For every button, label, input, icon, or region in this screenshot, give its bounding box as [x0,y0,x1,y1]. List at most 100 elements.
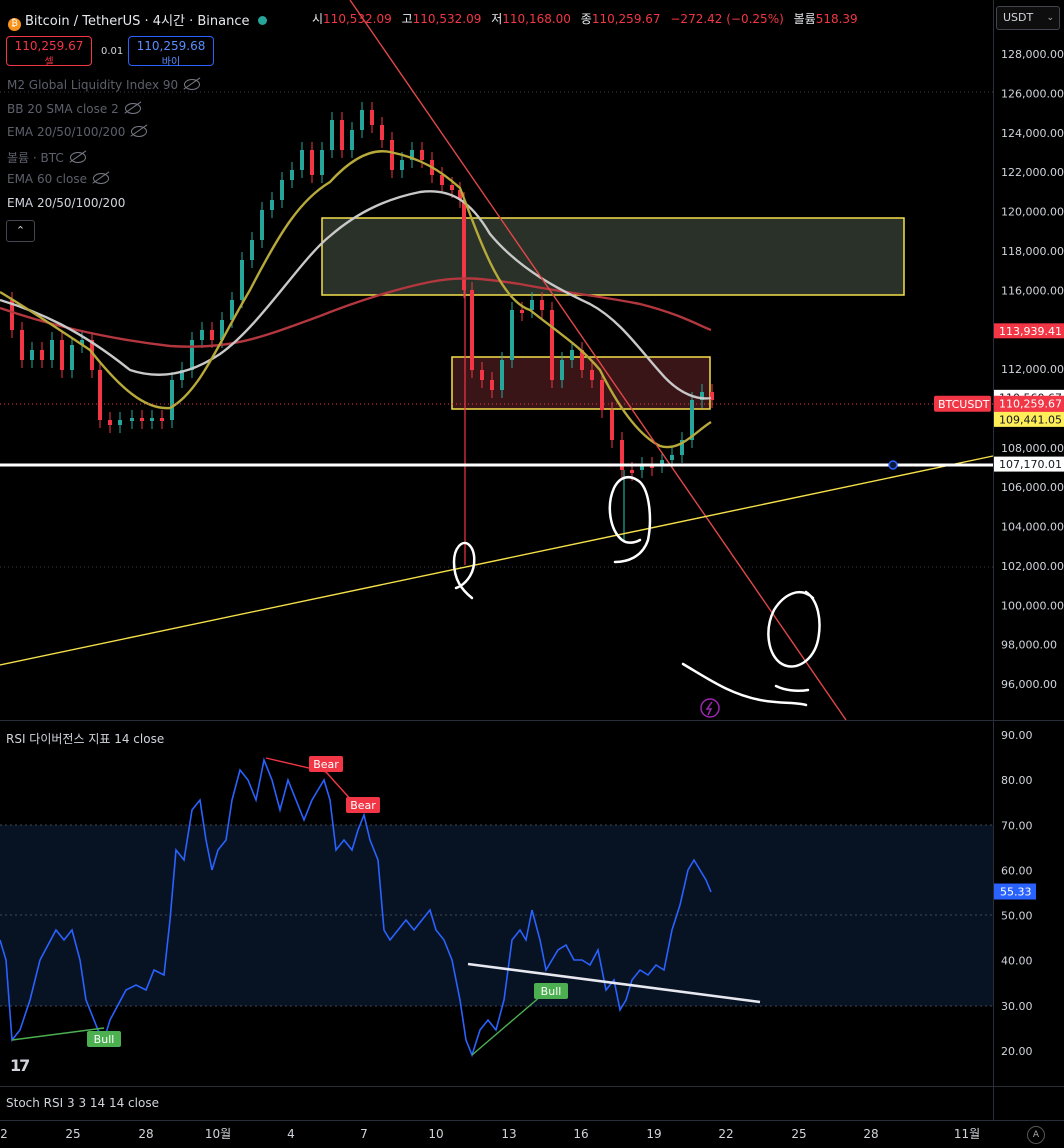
sell-price: 110,259.67 [14,39,84,53]
price-tick[interactable]: 128,000.00 [1001,48,1064,61]
price-tick[interactable]: 122,000.00 [1001,166,1064,179]
time-tick[interactable]: 28 [138,1127,153,1141]
descending-trendline[interactable] [349,0,847,721]
candle-body [500,360,504,390]
rsi-tick[interactable]: 40.00 [1001,955,1033,968]
collapse-legend-button[interactable]: ⌃ [6,220,35,242]
rsi-tick[interactable]: 50.00 [1001,910,1033,923]
stoch-pane-title[interactable]: Stoch RSI 3 3 14 14 close [6,1096,159,1110]
candle-body [462,200,466,290]
price-tick[interactable]: 116,000.00 [1001,284,1064,297]
lightning-icon[interactable] [700,698,720,718]
time-axis-ticks[interactable]: 2 25 28 10월 4 7 10 13 16 19 22 25 28 11월 [0,1127,980,1141]
eye-hidden-icon[interactable] [124,102,141,114]
indicator-bb[interactable]: BB 20 SMA close 2 [7,102,200,126]
candle-body [600,380,604,410]
time-tick[interactable]: 19 [646,1127,661,1141]
indicator-volume[interactable]: 볼륨 · BTC [7,149,200,173]
sell-button[interactable]: 110,259.67 셀 [6,36,92,68]
candle-body [310,150,314,175]
volume-label: 볼륨 [793,12,816,26]
supply-zone-upper[interactable] [321,217,905,296]
candle-body [50,340,54,360]
price-tick[interactable]: 100,000.00 [1001,599,1064,612]
price-tick[interactable]: 106,000.00 [1001,481,1064,494]
time-tick[interactable]: 10월 [205,1127,231,1141]
price-tick[interactable]: 112,000.00 [1001,363,1064,376]
price-tick[interactable]: 98,000.00 [1001,639,1057,652]
candle-body [118,420,122,425]
tradingview-logo[interactable]: 17 [10,1056,30,1075]
auto-scale-button[interactable]: A [1027,1126,1045,1144]
currency-value: USDT [1003,11,1034,24]
spread-value: 0.01 [101,46,124,57]
buy-label: 바이 [161,57,181,68]
buy-button[interactable]: 110,259.68 바이 [128,36,214,68]
price-tick[interactable]: 108,000.00 [1001,442,1064,455]
candle-body [540,300,544,310]
rsi-pane-title[interactable]: RSI 다이버전스 지표 14 close [6,730,164,747]
eye-hidden-icon[interactable] [131,126,148,137]
buy-price: 110,259.68 [136,39,206,53]
candle-body [330,120,334,150]
time-tick[interactable]: 25 [791,1127,806,1141]
time-tick[interactable]: 13 [501,1127,516,1141]
ascending-trendline[interactable] [0,455,994,666]
time-tick[interactable]: 7 [360,1127,368,1141]
rsi-tick[interactable]: 30.00 [1001,1000,1033,1013]
low-value: 110,168.00 [502,12,571,26]
time-tick[interactable]: 28 [863,1127,878,1141]
price-tick[interactable]: 126,000.00 [1001,87,1064,100]
price-tick[interactable]: 102,000.00 [1001,560,1064,573]
candle-body [630,470,634,473]
candle-body [200,330,204,340]
close-label: 종 [580,12,592,26]
eye-hidden-icon[interactable] [92,173,109,184]
market-status-dot[interactable] [257,16,267,25]
time-tick[interactable]: 2 [0,1127,8,1141]
rsi-tick[interactable]: 90.00 [1001,729,1033,742]
candle-body [40,350,44,360]
candle-body [130,418,134,421]
price-axis-ticks[interactable]: 128,000.00 126,000.00 124,000.00 122,000.00… [1001,48,1064,691]
time-tick[interactable]: 10 [428,1127,443,1141]
indicator-ema-active[interactable]: EMA 20/50/100/200 [7,196,200,220]
candle-body [530,300,534,310]
bitcoin-coin-icon: ₿ [8,18,21,31]
hand-drawn-annotations[interactable] [452,475,821,707]
currency-select[interactable]: USDT ⌄ [996,6,1060,30]
rsi-tick[interactable]: 20.00 [1001,1045,1033,1058]
eye-hidden-icon[interactable] [184,79,201,90]
rsi-axis-ticks[interactable]: 90.00 80.00 70.00 60.00 50.00 40.00 30.00 20.00… [994,729,1036,1058]
time-tick[interactable]: 16 [573,1127,588,1141]
time-tick[interactable]: 4 [287,1127,295,1141]
line-anchor-handle[interactable] [888,460,898,470]
candle-body [70,345,74,370]
symbol-title[interactable]: ₿ Bitcoin / TetherUS · 4시간 · Binance [8,10,273,31]
candle-body [290,170,294,180]
rsi-tick[interactable]: 70.00 [1001,819,1033,832]
symbol-label[interactable]: Bitcoin / TetherUS · 4시간 · Binance [25,14,250,29]
time-tick[interactable]: 25 [65,1127,80,1141]
rsi-tick[interactable]: 60.00 [1001,864,1033,877]
time-tick[interactable]: 11월 [954,1127,980,1141]
indicator-label: EMA 20/50/100/200 [7,125,126,139]
time-tick[interactable]: 22 [718,1127,733,1141]
indicator-legend: M2 Global Liquidity Index 90 BB 20 SMA c… [7,78,201,220]
divergence-tag-label: Bull [541,985,562,998]
candle-body [390,140,394,170]
eye-hidden-icon[interactable] [69,151,86,163]
open-value: 110,532.09 [323,12,392,26]
indicator-m2-liquidity[interactable]: M2 Global Liquidity Index 90 [7,78,201,102]
price-tick[interactable]: 118,000.00 [1001,245,1064,258]
open-label: 시 [312,12,324,26]
indicator-ema-hidden[interactable]: EMA 20/50/100/200 [7,125,200,149]
sell-label: 셀 [44,57,54,68]
price-tick[interactable]: 124,000.00 [1001,127,1064,140]
rsi-tick[interactable]: 80.00 [1001,774,1033,787]
indicator-ema-60[interactable]: EMA 60 close [7,172,200,196]
candle-body [260,210,264,240]
price-tick[interactable]: 104,000.00 [1001,521,1064,534]
price-tick[interactable]: 120,000.00 [1001,206,1064,219]
price-tick[interactable]: 96,000.00 [1001,678,1057,691]
